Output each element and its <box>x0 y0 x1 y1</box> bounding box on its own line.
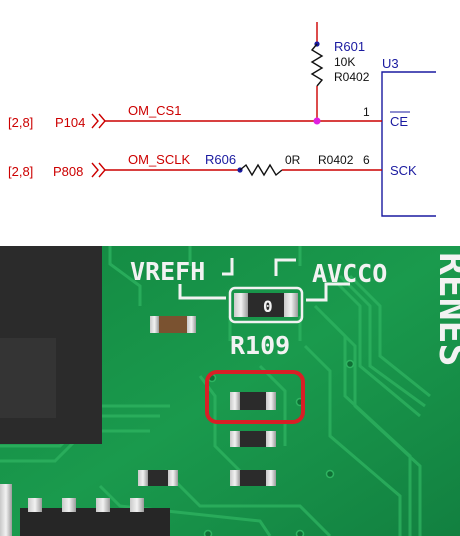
cs-port-label: P104 <box>55 115 85 130</box>
cs-port-chevron-icon <box>98 113 106 129</box>
capacitor-pad-left <box>150 316 159 333</box>
sclk-net-label: OM_SCLK <box>128 152 190 167</box>
resistor-pad <box>168 470 178 486</box>
sclk-port-chevron-icon <box>91 162 99 178</box>
u3-pin6-name: SCK <box>390 163 417 178</box>
r109-pad-right <box>284 293 298 317</box>
u3-pin1-name: CE <box>390 114 408 129</box>
u3-ref: U3 <box>382 56 399 71</box>
r606-ref: R606 <box>205 152 236 167</box>
resistor-pad <box>230 431 240 447</box>
r601-package: R0402 <box>334 70 370 84</box>
sclk-sheet-ref: [2,8] <box>8 164 33 179</box>
silkscreen-vrefh: VREFH <box>130 257 205 286</box>
target-resistor-pad-right <box>266 392 276 410</box>
u3-chip-outline <box>381 71 436 217</box>
cs-junction-dot <box>313 117 321 125</box>
schematic-diagram: R601 10K R0402 U3 [2,8] P104 OM_CS1 1 CE… <box>8 22 436 217</box>
r606-package: R0402 <box>318 153 354 167</box>
silkscreen-r109: R109 <box>230 331 290 360</box>
pcb-photo: VREFH AVCCO 0 R109 RENES <box>0 246 460 536</box>
capacitor-pad-right <box>187 316 196 333</box>
cs-net-label: OM_CS1 <box>128 103 181 118</box>
connector-body <box>20 508 170 536</box>
r601-resistor-symbol <box>310 43 324 87</box>
cs-port-chevron-icon <box>91 113 99 129</box>
resistor-pad <box>230 470 240 486</box>
ic-package-shade <box>0 338 56 418</box>
sclk-port-chevron-icon <box>98 162 106 178</box>
edge-pad <box>0 484 12 536</box>
sclk-port-label: P808 <box>53 164 83 179</box>
cs-sheet-ref: [2,8] <box>8 115 33 130</box>
resistor-pad <box>266 431 276 447</box>
r109-marking: 0 <box>263 297 273 316</box>
r601-value: 10K <box>334 55 355 69</box>
figure: R601 10K R0402 U3 [2,8] P104 OM_CS1 1 CE… <box>0 0 460 536</box>
u3-pin6-number: 6 <box>363 153 370 167</box>
r601-ref: R601 <box>334 39 365 54</box>
brand-text: RENES <box>431 252 460 366</box>
r606-value: 0R <box>285 153 301 167</box>
target-resistor-pad-left <box>230 392 240 410</box>
r109-pad-left <box>234 293 248 317</box>
resistor-pad <box>138 470 148 486</box>
u3-pin1-number: 1 <box>363 105 370 119</box>
r606-resistor-symbol <box>239 163 283 177</box>
resistor-pad <box>266 470 276 486</box>
